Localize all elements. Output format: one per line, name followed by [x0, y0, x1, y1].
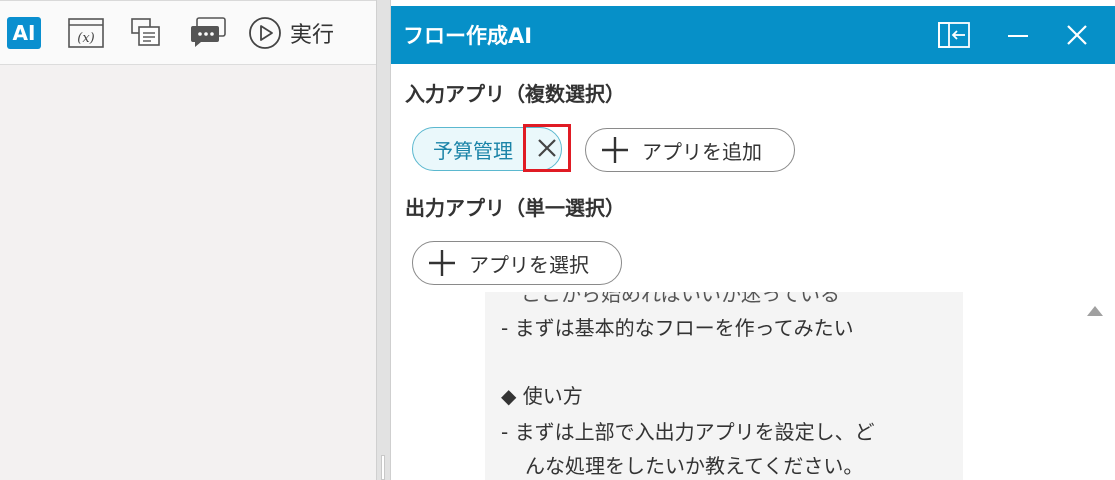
plus-icon — [429, 250, 455, 276]
plus-icon — [602, 137, 628, 163]
select-app-label: アプリを選択 — [469, 252, 589, 277]
ai-icon-label: AI — [12, 21, 36, 45]
variable-button[interactable]: (x) — [64, 13, 108, 53]
splitter-handle[interactable] — [381, 455, 385, 480]
svg-text:(x): (x) — [77, 31, 94, 46]
dock-button[interactable] — [935, 14, 975, 56]
play-icon — [249, 17, 281, 49]
toolbar: AI (x) 実行 — [0, 1, 376, 65]
message-line: - まずは上部で入出力アプリを設定し、ど — [501, 420, 875, 444]
add-app-label: アプリを追加 — [642, 139, 762, 164]
remove-chip-button[interactable] — [523, 124, 571, 172]
dock-icon — [938, 22, 970, 48]
message-line: - まずは基本的なフローを作ってみたい — [501, 316, 854, 340]
comment-icon — [131, 18, 160, 46]
variable-icon: (x) — [68, 18, 104, 48]
app-chip-label: 予算管理 — [433, 138, 513, 163]
panel-splitter[interactable] — [376, 0, 390, 480]
chat-button[interactable] — [188, 13, 230, 53]
message-line: ◆ 使い方 — [501, 384, 583, 408]
input-apps-label: 入力アプリ（複数選択） — [405, 82, 625, 106]
run-button[interactable]: 実行 — [248, 13, 348, 53]
run-label: 実行 — [290, 23, 335, 48]
close-icon — [1067, 25, 1087, 45]
close-button[interactable] — [1057, 14, 1097, 56]
panel-header: フロー作成AI — [391, 0, 1115, 64]
add-app-button[interactable]: アプリを追加 — [585, 128, 795, 172]
minimize-icon — [1008, 35, 1028, 37]
chat-icon — [191, 17, 226, 47]
ai-button[interactable]: AI — [6, 13, 42, 53]
minimize-button[interactable] — [998, 14, 1038, 56]
canvas-area: AI (x) 実行 — [0, 0, 376, 480]
scroll-up-arrow-icon[interactable] — [1087, 306, 1103, 316]
flow-ai-panel: フロー作成AI 入力アプリ（複数選択） 予算管理 アプリを追加 出力アプリ（単一… — [390, 0, 1115, 480]
message-line: ここから始めればいいか迷っている — [521, 292, 840, 306]
close-icon — [538, 139, 556, 157]
ai-icon: AI — [7, 17, 41, 49]
panel-title: フロー作成AI — [403, 24, 533, 48]
message-line: んな処理をしたいか教えてください。 — [525, 454, 864, 478]
select-app-button[interactable]: アプリを選択 — [412, 241, 622, 285]
comment-button[interactable] — [126, 13, 166, 53]
message-scrollbar[interactable] — [1081, 292, 1115, 480]
output-app-label: 出力アプリ（単一選択） — [405, 196, 625, 220]
ai-message: ここから始めればいいか迷っている - まずは基本的なフローを作ってみたい ◆ 使… — [485, 292, 963, 480]
